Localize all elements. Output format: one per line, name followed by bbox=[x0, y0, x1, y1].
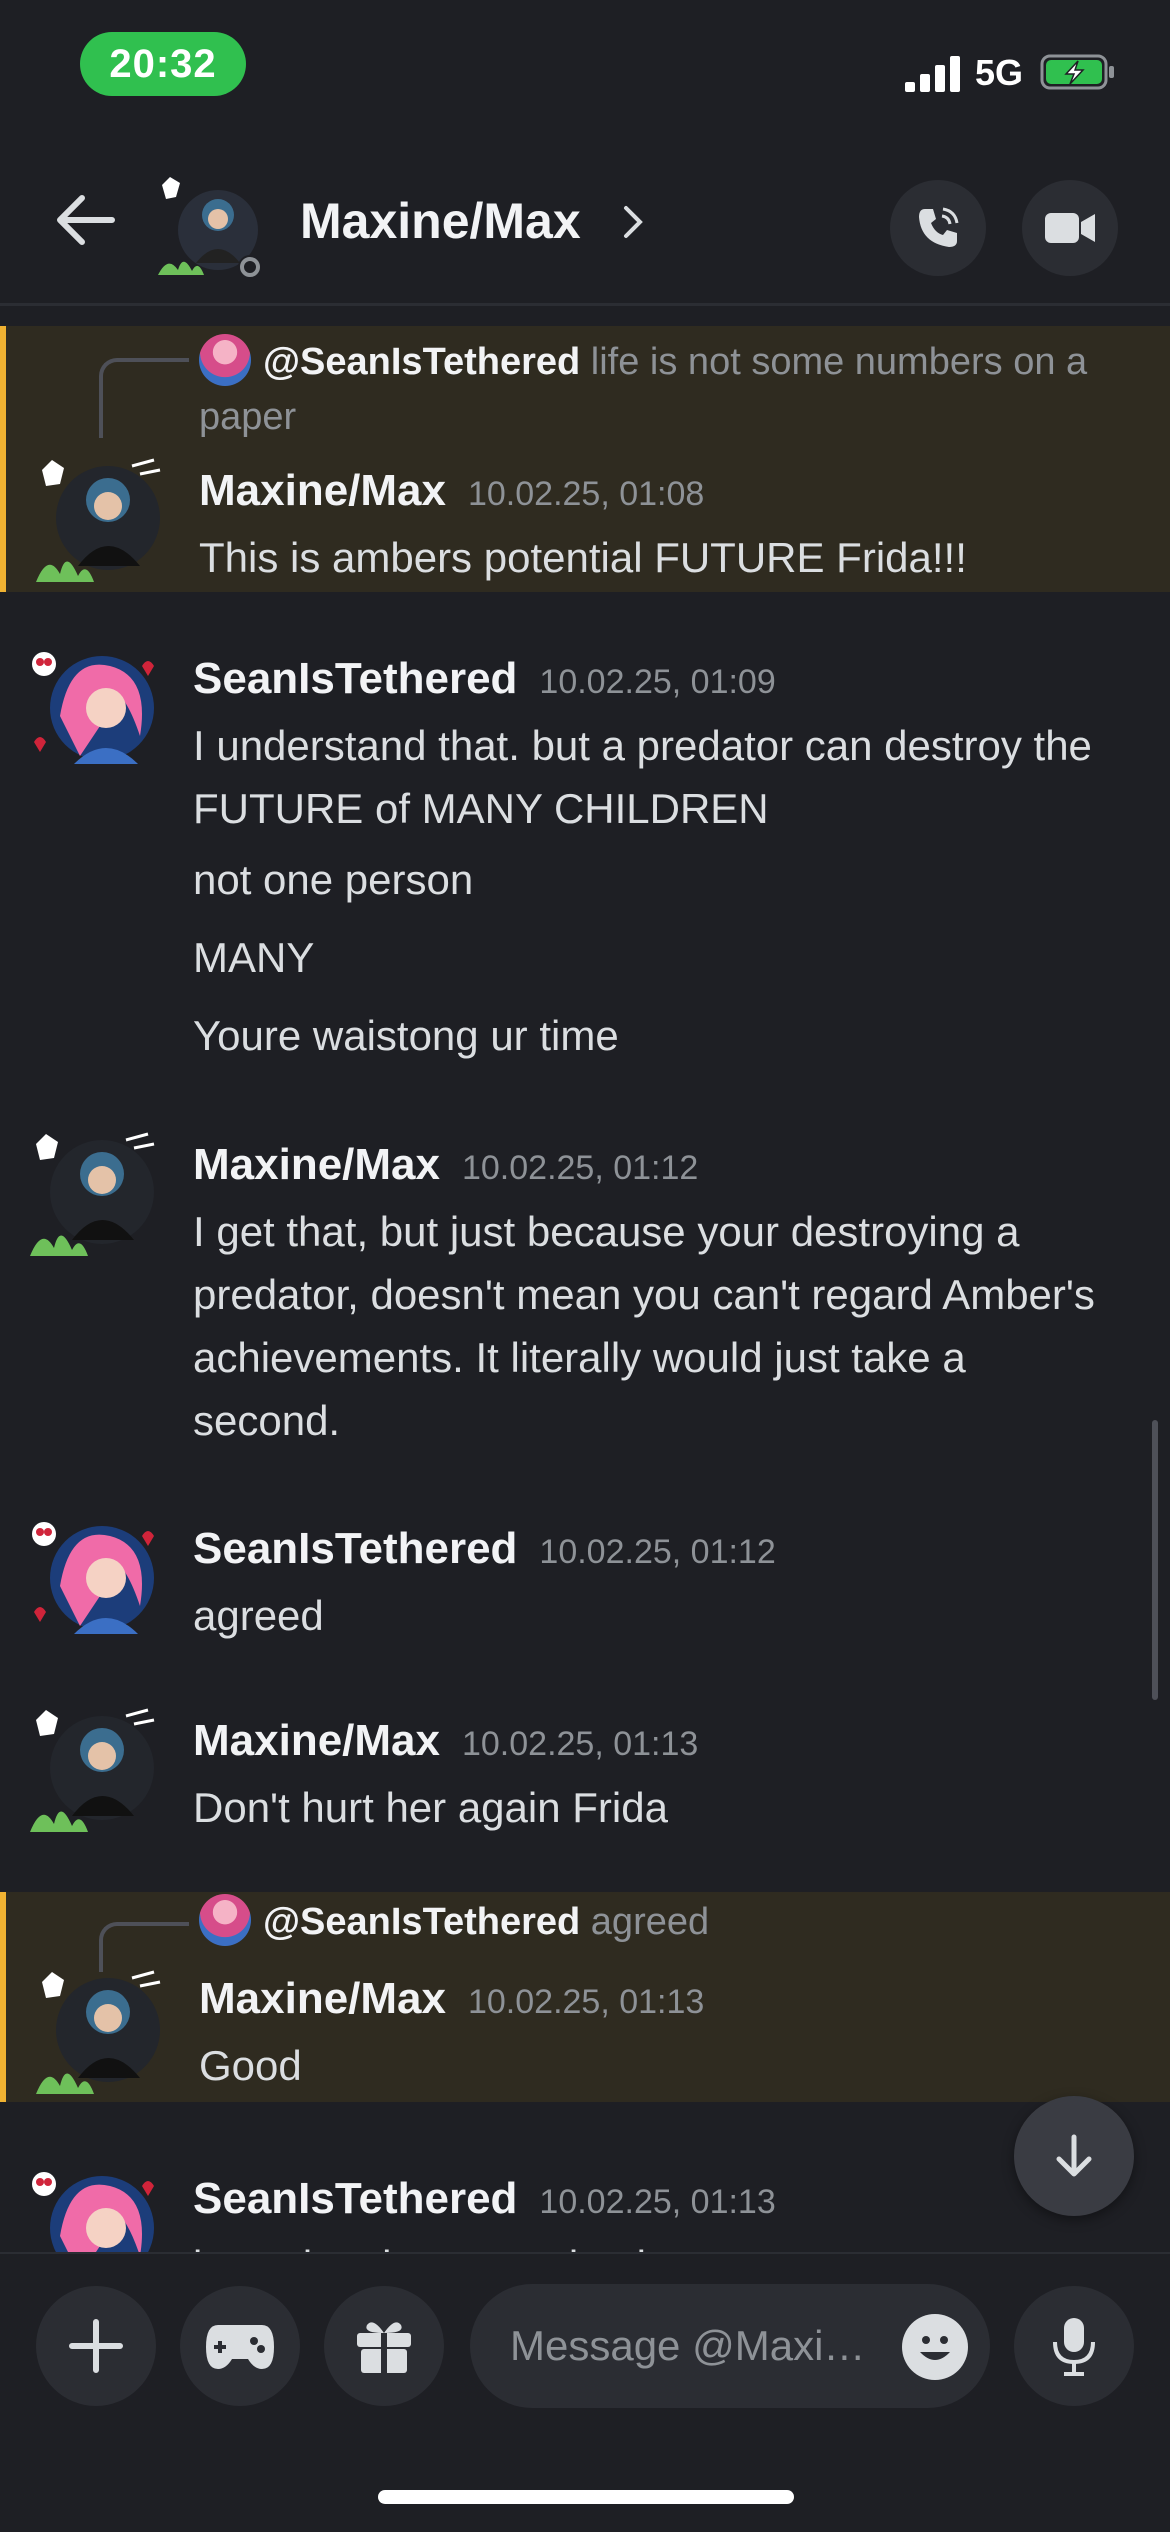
microphone-icon bbox=[1053, 2318, 1095, 2376]
gift-button[interactable] bbox=[324, 2286, 444, 2406]
message-text: Don't hurt her again Frida bbox=[193, 1784, 668, 1831]
reply-username[interactable]: @SeanIsTethered bbox=[263, 341, 580, 383]
reply-connector bbox=[99, 358, 189, 438]
message-item[interactable]: SeanIsTethered10.02.25, 01:13 issue has … bbox=[0, 2156, 1170, 2252]
arrow-down-icon bbox=[1056, 2134, 1092, 2177]
reply-preview[interactable]: @SeanIsTethered life is not some numbers… bbox=[199, 334, 1129, 445]
message-author[interactable]: Maxine/Max 10.02.25, 01:13 bbox=[199, 1974, 704, 2024]
header-title[interactable]: Maxine/Max bbox=[300, 192, 581, 250]
user-avatar[interactable] bbox=[30, 1706, 160, 1836]
phone-icon bbox=[919, 207, 959, 247]
user-avatar[interactable] bbox=[30, 1516, 160, 1646]
message-author[interactable]: Maxine/Max 10.02.25, 01:08 bbox=[199, 466, 704, 516]
emoji-icon[interactable] bbox=[902, 2314, 968, 2380]
message-item[interactable]: SeanIsTethered 10.02.25, 01:12 agreed bbox=[0, 1506, 1170, 1666]
message-input[interactable] bbox=[510, 2284, 890, 2408]
plus-icon bbox=[69, 2319, 123, 2373]
message-text: issue has been resolved bbox=[193, 2234, 1123, 2252]
message-text: not one person bbox=[193, 856, 474, 903]
gamepad-icon bbox=[206, 2325, 274, 2369]
home-indicator bbox=[378, 2490, 794, 2504]
reply-preview[interactable]: @SeanIsTethered agreed bbox=[199, 1894, 1129, 1950]
header-avatar[interactable] bbox=[158, 175, 268, 285]
status-bar: 20:32 5G bbox=[0, 0, 1170, 130]
user-avatar[interactable] bbox=[36, 1968, 166, 2098]
video-call-button[interactable] bbox=[1022, 180, 1118, 276]
network-label: 5G bbox=[975, 52, 1024, 93]
reply-text: agreed bbox=[590, 1901, 710, 1943]
message-item[interactable]: Maxine/Max 10.02.25, 01:12 I get that, bu… bbox=[0, 1122, 1170, 1462]
back-arrow-icon[interactable] bbox=[50, 190, 120, 250]
status-time: 20:32 bbox=[80, 32, 246, 96]
message-timestamp: 10.02.25, 01:13 bbox=[461, 1725, 699, 1763]
message-timestamp: 10.02.25, 01:13 bbox=[539, 2183, 776, 2221]
message-timestamp: 10.02.25, 01:12 bbox=[539, 1533, 776, 1571]
dm-header: Maxine/Max bbox=[0, 130, 1170, 306]
message-timestamp: 10.02.25, 01:13 bbox=[467, 1983, 705, 2021]
scrollbar[interactable] bbox=[1152, 1420, 1158, 1700]
message-author[interactable]: SeanIsTethered 10.02.25, 01:12 bbox=[193, 1524, 776, 1574]
message-list[interactable]: @SeanIsTethered life is not some numbers… bbox=[0, 306, 1170, 2252]
video-camera-icon bbox=[1045, 213, 1095, 243]
message-item[interactable]: @SeanIsTethered agreed Maxine/Max 10.02.2… bbox=[0, 1892, 1170, 2102]
message-author[interactable]: SeanIsTethered 10.02.25, 01:09 bbox=[193, 654, 776, 704]
emoji-face-icon bbox=[920, 2336, 950, 2360]
user-avatar[interactable] bbox=[30, 2166, 160, 2252]
chevron-right-icon[interactable] bbox=[618, 202, 648, 242]
user-avatar[interactable] bbox=[30, 646, 160, 776]
message-text: Good bbox=[199, 2042, 302, 2089]
reply-avatar bbox=[199, 334, 251, 386]
message-timestamp: 10.02.25, 01:09 bbox=[539, 663, 776, 701]
battery-charging-icon bbox=[1040, 54, 1114, 90]
user-avatar[interactable] bbox=[36, 456, 166, 586]
reply-avatar bbox=[199, 1894, 251, 1946]
add-attachment-button[interactable] bbox=[36, 2286, 156, 2406]
message-author[interactable]: Maxine/Max 10.02.25, 01:12 bbox=[193, 1140, 698, 1190]
message-item[interactable]: Maxine/Max 10.02.25, 01:13 Don't hurt her… bbox=[0, 1698, 1170, 1858]
gift-icon bbox=[357, 2322, 411, 2373]
user-avatar[interactable] bbox=[30, 1130, 160, 1260]
message-item[interactable]: @SeanIsTethered life is not some numbers… bbox=[0, 326, 1170, 592]
message-author[interactable]: SeanIsTethered 10.02.25, 01:13 bbox=[193, 2174, 776, 2224]
jump-to-latest-button[interactable] bbox=[1014, 2096, 1134, 2216]
message-text: I understand that. but a predator can de… bbox=[193, 722, 1092, 832]
voice-call-button[interactable] bbox=[890, 180, 986, 276]
message-author[interactable]: Maxine/Max 10.02.25, 01:13 bbox=[193, 1716, 698, 1766]
message-text: agreed bbox=[193, 1592, 324, 1639]
message-timestamp: 10.02.25, 01:12 bbox=[461, 1149, 699, 1187]
message-text: MANY bbox=[193, 934, 315, 981]
signal-icon bbox=[905, 56, 960, 92]
message-timestamp: 10.02.25, 01:08 bbox=[467, 475, 705, 513]
voice-message-button[interactable] bbox=[1014, 2286, 1134, 2406]
message-input-wrapper[interactable] bbox=[470, 2284, 990, 2408]
activities-button[interactable] bbox=[180, 2286, 300, 2406]
reply-connector bbox=[99, 1922, 189, 1972]
message-text: This is ambers potential FUTURE Frida!!! bbox=[199, 534, 967, 581]
message-text: Youre waistong ur time bbox=[193, 1012, 619, 1059]
message-text: I get that, but just because your destro… bbox=[193, 1208, 1095, 1444]
reply-username[interactable]: @SeanIsTethered bbox=[263, 1901, 580, 1943]
message-item[interactable]: SeanIsTethered 10.02.25, 01:09 I understa… bbox=[0, 636, 1170, 1059]
